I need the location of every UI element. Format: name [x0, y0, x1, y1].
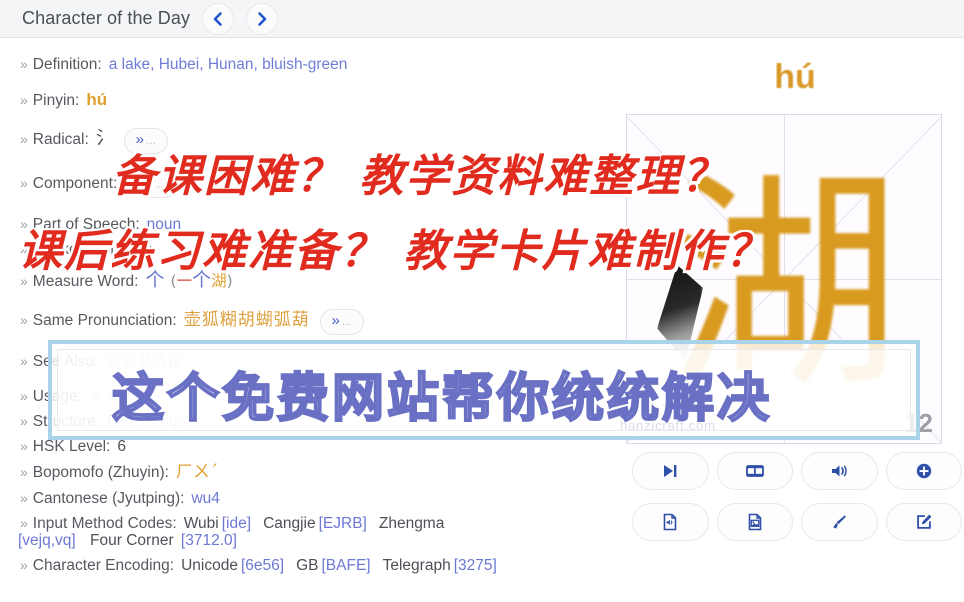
character-preview-panel: hú 湖 hanzicraft.com 12 [626, 38, 964, 602]
step-forward-icon [664, 465, 677, 477]
same-pronunciation-value[interactable]: 壶狐糊胡蝴弧葫 [184, 311, 310, 330]
edit-button[interactable] [885, 503, 962, 541]
colon: : [169, 557, 175, 575]
bullet-icon: » [20, 56, 28, 72]
hsk-level-value: 6 [117, 438, 126, 456]
wubi-label: Wubi [183, 515, 219, 533]
info-row-cantonese: » Cantonese (Jyutping): wu4 [20, 490, 626, 507]
speaker-icon [832, 465, 847, 477]
bopomofo-value: ㄏㄨˊ [175, 462, 219, 483]
page-title: Character of the Day [22, 8, 191, 28]
telegraph-label: Telegraph [382, 557, 451, 575]
plus-circle-icon [916, 463, 931, 479]
bullet-icon: » [20, 557, 28, 574]
same-pronunciation-more-button[interactable]: »... [319, 308, 364, 335]
bullet-icon: » [20, 490, 28, 507]
colon: : [106, 438, 111, 456]
audio-button[interactable] [801, 452, 878, 490]
colon: : [180, 490, 185, 508]
info-row-pinyin: » Pinyin: hú [20, 90, 626, 110]
info-row-input-method: » Input Method Codes: Wubi [ide] Cangjie… [18, 515, 620, 550]
app-root: Character of the Day » Definition: a lak… [0, 0, 964, 602]
bullet-icon: » [20, 464, 28, 481]
character-info-list: » Definition: a lake, Hubei, Hunan, blui… [0, 38, 626, 602]
definition-label: Definition [32, 56, 98, 73]
info-row-same-pronunciation: » Same Pronunciation: 壶狐糊胡蝴弧葫 »... [20, 308, 626, 335]
pinyin-value: hú [86, 90, 108, 110]
colon: : [75, 92, 80, 110]
promo-red-line-1: 备课困难？ 教学资料难整理？ [112, 151, 728, 202]
bullet-icon: » [20, 413, 28, 430]
colon: : [172, 515, 177, 533]
page-header: Character of the Day [0, 0, 964, 38]
cangjie-label: Cangjie [263, 515, 316, 533]
double-chevron-icon: » [331, 312, 340, 330]
colon: : [164, 464, 169, 482]
unicode-label: Unicode [181, 557, 238, 575]
brush-button[interactable] [801, 503, 878, 541]
promo-red-line-2: 课后练习难准备？ 教学卡片难制作？ [18, 226, 772, 277]
brush-icon [833, 515, 847, 529]
info-row-character-encoding: » Character Encoding: Unicode [6e56] GB … [20, 557, 626, 574]
telegraph-value: [3275] [453, 557, 497, 575]
bullet-icon: » [20, 387, 28, 404]
bopomofo-label: Bopomofo (Zhuyin) [32, 464, 165, 482]
four-corner-value: [3712.0] [180, 532, 237, 550]
film-icon [745, 465, 764, 477]
bullet-icon: » [20, 131, 28, 148]
chevron-right-icon [258, 11, 267, 26]
zhengma-label: Zhengma [378, 515, 445, 533]
animation-button[interactable] [716, 452, 793, 490]
colon: : [172, 312, 177, 330]
gb-value: [BAFE] [321, 557, 371, 575]
colon: : [97, 56, 102, 73]
prev-character-button[interactable] [202, 2, 235, 35]
gb-label: GB [296, 557, 319, 575]
preview-pinyin: hú [774, 58, 816, 96]
wubi-value: [ide] [221, 515, 252, 533]
cantonese-label: Cantonese (Jyutping) [32, 490, 181, 508]
bullet-icon: » [20, 312, 28, 329]
edit-icon [916, 514, 932, 529]
encoding-label: Character Encoding [32, 557, 170, 575]
definition-value[interactable]: a lake, Hubei, Hunan, bluish-green [109, 56, 348, 73]
pinyin-label: Pinyin [32, 92, 76, 110]
bullet-icon: » [20, 92, 28, 109]
component-label: Component [32, 175, 113, 193]
add-button[interactable] [885, 452, 962, 490]
export-image-file-button[interactable] [716, 503, 793, 541]
input-method-label: Input Method Codes [32, 515, 173, 533]
input-method-wrap: [vejq,vq] Four Corner [3712.0] [18, 532, 620, 550]
hsk-level-label: HSK Level [32, 438, 107, 456]
bullet-icon: » [20, 352, 28, 369]
ellipsis: ... [341, 314, 352, 329]
info-row-definition: » Definition: a lake, Hubei, Hunan, blui… [20, 56, 626, 73]
info-row-hsk-level: » HSK Level: 6 [20, 438, 626, 455]
chevron-left-icon [213, 11, 222, 26]
bullet-icon: » [20, 175, 28, 192]
four-corner-label: Four Corner [90, 532, 174, 550]
bullet-icon: » [20, 515, 28, 532]
unicode-value: [6e56] [240, 557, 285, 575]
colon: : [84, 131, 89, 149]
radical-label: Radical [32, 131, 85, 149]
bullet-icon: » [20, 438, 28, 455]
info-row-bopomofo: » Bopomofo (Zhuyin): ㄏㄨˊ [20, 463, 626, 482]
zhengma-value: [vejq,vq] [18, 532, 76, 550]
step-forward-button[interactable] [632, 452, 709, 490]
cantonese-value[interactable]: wu4 [191, 490, 219, 507]
export-audio-file-button[interactable] [632, 503, 709, 541]
action-button-grid [632, 452, 962, 541]
next-character-button[interactable] [246, 2, 279, 35]
same-pronunciation-label: Same Pronunciation [32, 312, 173, 330]
file-image-icon [748, 513, 762, 531]
promo-watermark: hanzicraft.com [620, 418, 716, 433]
cangjie-value: [EJRB] [318, 515, 367, 533]
file-audio-icon [663, 513, 677, 531]
